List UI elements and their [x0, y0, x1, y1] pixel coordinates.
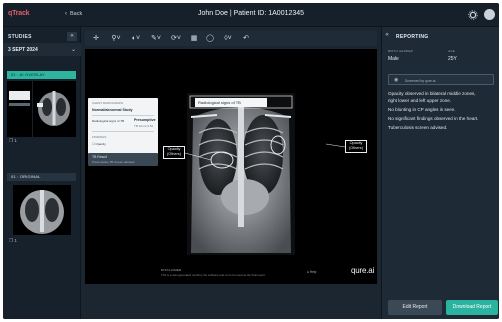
undo-icon[interactable]: ↶	[241, 33, 251, 44]
series-image-count: ❐ 1	[9, 138, 17, 143]
screened-by-text: Screened by qure.ai	[405, 78, 436, 83]
study-date-row[interactable]: 3 SEPT 2024 ⌄	[3, 43, 81, 56]
finding-line: No significant findings observed in the …	[388, 116, 479, 121]
xray-thumbnail-image	[13, 185, 71, 235]
finding-line: Opacity observed in bilateral middle zon…	[388, 91, 476, 96]
contrast-icon[interactable]: ◐˅	[129, 33, 143, 44]
gender-label: BIRTH GENDER	[388, 49, 414, 53]
series-image-count: ❐ 1	[9, 238, 17, 243]
tb-result-title: TB Result	[92, 155, 107, 159]
viewer-toolbar: ✛ ⚲˅ ◐˅ ✎˅ ⟳˅ ▦ ◯ ◊˅ ↶	[85, 31, 377, 46]
annotation-subtext: (Others)	[349, 145, 363, 150]
disclaimer-text: This is a auto-generated result by the s…	[161, 273, 266, 277]
reporting-heading: REPORTING	[396, 34, 429, 40]
help-link[interactable]: ● Help	[307, 270, 316, 274]
page-title: John Doe | Patient ID: 1A0012345	[197, 10, 305, 17]
brand-watermark: qure.ai	[351, 266, 375, 275]
result-tooltip: CHEST RADIOGRAPH Normal/abnormal Study R…	[88, 98, 158, 161]
disclaimer-heading: DISCLAIMER	[161, 268, 182, 272]
tooltip-section: FINDINGS	[92, 135, 107, 139]
tooltip-title: Normal/abnormal Study	[92, 108, 133, 112]
xray-thumbnail-image	[33, 81, 76, 137]
collapse-left-button[interactable]: «	[67, 32, 77, 41]
tooltip-row-value: Presumptive	[134, 118, 156, 122]
image-viewer[interactable]: Radiological signs of TB Opacity (Others…	[85, 49, 377, 284]
annotation-opacity-left[interactable]: Opacity (Others)	[163, 146, 185, 159]
settings-icon[interactable]	[468, 10, 478, 20]
annotate-icon[interactable]: ✎˅	[149, 33, 163, 44]
study-date: 3 SEPT 2024	[8, 47, 38, 53]
app-window: qTrack ‹ Back John Doe | Patient ID: 1A00…	[3, 3, 499, 319]
finding-line: Tuberculosis screen advised.	[388, 125, 448, 130]
finding-line: No blunting in CP angles is seen.	[388, 107, 456, 112]
thumbnail-report[interactable]	[7, 81, 32, 137]
divider	[92, 115, 154, 116]
tb-result-sub: Presumptive TB screen advised	[92, 160, 135, 164]
layers-icon[interactable]: ◊˅	[221, 33, 235, 44]
collapse-right-button[interactable]: «	[382, 32, 392, 41]
series-ai-overlay[interactable]: 01 : AI OVERLAY	[7, 71, 76, 79]
gender-value: Male	[388, 56, 399, 62]
series-label: 01 : AI OVERLAY	[11, 72, 46, 77]
tooltip-header: CHEST RADIOGRAPH	[92, 101, 124, 105]
annotation-subtext: (Others)	[167, 151, 181, 156]
tooltip-row-label: Radiological signs of TB	[92, 119, 125, 123]
image-stack-icon: ❐	[9, 238, 14, 243]
tb-result-box: TB Result Presumptive TB screen advised	[88, 153, 158, 166]
circle-icon[interactable]: ◯	[205, 33, 215, 44]
finding-line: right lower and left upper zone.	[388, 98, 452, 103]
thumbnail-original[interactable]	[13, 185, 71, 235]
rotate-icon[interactable]: ⟳˅	[169, 33, 183, 44]
annotation-lines	[184, 143, 346, 161]
reporting-panel: « REPORTING BIRTH GENDER Male AGE 25Y ◉ …	[381, 27, 499, 319]
annotation-opacity-right[interactable]: Opacity (Others)	[345, 140, 367, 153]
download-report-button[interactable]: Download Report	[446, 300, 498, 315]
ai-badge-icon: ◉	[394, 77, 399, 83]
edit-report-button[interactable]: Edit Report	[388, 300, 442, 315]
tooltip-finding: ☐ Opacity	[92, 142, 106, 146]
annotation-tb-label: Radiological signs of TB	[195, 98, 267, 107]
studies-panel: STUDIES « 3 SEPT 2024 ⌄ 01 : AI OVERLAY	[3, 27, 81, 319]
age-label: AGE	[448, 49, 455, 53]
series-label: 01 : ORIGINAL	[11, 174, 41, 179]
chevron-down-icon: ⌄	[71, 47, 77, 53]
divider	[92, 131, 154, 132]
age-value: 25Y	[448, 56, 457, 62]
series-original[interactable]: 01 : ORIGINAL	[7, 173, 76, 181]
pan-icon[interactable]: ✛	[91, 33, 101, 44]
checkbox-icon: ☐	[92, 142, 95, 146]
thumbnail-ai-overlay[interactable]	[33, 81, 76, 137]
top-bar: qTrack ‹ Back John Doe | Patient ID: 1A00…	[3, 3, 499, 27]
tooltip-row-sub: TB Score 0.81	[134, 124, 154, 128]
screened-by-badge: ◉ Screened by qure.ai	[388, 74, 494, 85]
zoom-icon[interactable]: ⚲˅	[109, 33, 123, 44]
user-avatar[interactable]	[484, 9, 495, 20]
studies-heading: STUDIES	[8, 34, 32, 40]
grid-icon[interactable]: ▦	[189, 33, 199, 44]
help-icon: ●	[307, 270, 309, 274]
image-stack-icon: ❐	[9, 138, 14, 143]
